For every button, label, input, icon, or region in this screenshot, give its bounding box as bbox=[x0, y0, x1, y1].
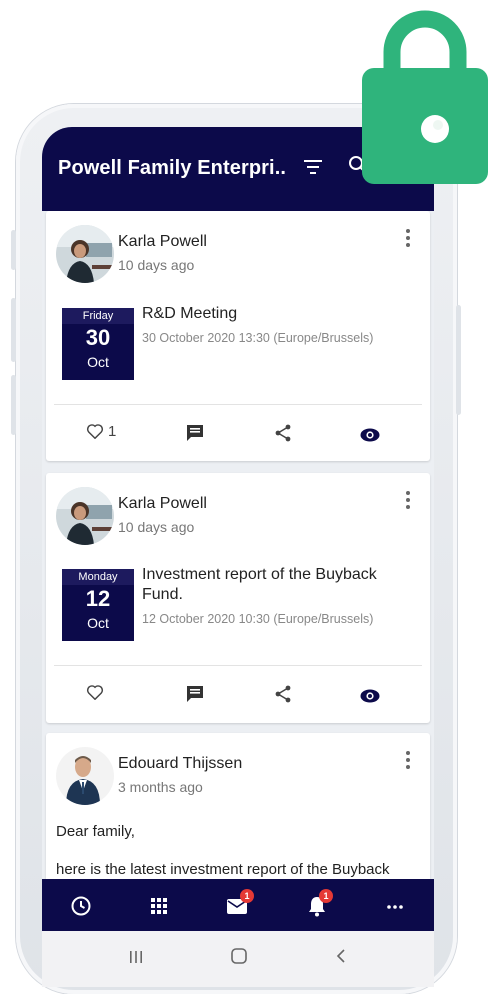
phone-side-button bbox=[11, 230, 16, 270]
heart-icon bbox=[86, 424, 104, 439]
eye-icon[interactable] bbox=[360, 684, 380, 708]
divider bbox=[54, 404, 422, 405]
event-day: 30 bbox=[85, 325, 111, 350]
post-time: 10 days ago bbox=[118, 519, 195, 535]
bottom-navigation: 1 1 bbox=[42, 879, 434, 931]
recent-apps-icon[interactable] bbox=[128, 949, 144, 965]
like-button[interactable]: 1 bbox=[86, 419, 116, 443]
event-month: Oct bbox=[87, 615, 109, 631]
comment-icon[interactable] bbox=[186, 682, 204, 706]
event-weekday: Friday bbox=[62, 308, 134, 324]
phone-side-button bbox=[11, 298, 16, 362]
post-author[interactable]: Edouard Thijssen bbox=[118, 755, 242, 773]
event-date-badge: Monday 12 Oct bbox=[62, 569, 134, 641]
home-icon[interactable] bbox=[230, 947, 248, 965]
post-card[interactable]: Karla Powell 10 days ago Monday 12 Oct I… bbox=[46, 473, 430, 723]
divider bbox=[54, 665, 422, 666]
filter-icon[interactable] bbox=[304, 160, 322, 174]
avatar[interactable] bbox=[56, 747, 114, 805]
event-day: 12 bbox=[85, 586, 111, 611]
post-body: here is the latest investment report of … bbox=[56, 861, 390, 878]
phone-side-button bbox=[11, 375, 16, 435]
event-title[interactable]: Investment report of the Buyback Fund. bbox=[142, 565, 412, 605]
apps-grid-icon[interactable] bbox=[148, 895, 170, 917]
phone-side-button bbox=[456, 305, 461, 415]
system-navigation-bar bbox=[42, 931, 434, 987]
event-month: Oct bbox=[87, 354, 109, 370]
more-vertical-icon[interactable] bbox=[406, 751, 410, 769]
post-time: 3 months ago bbox=[118, 779, 203, 795]
post-card[interactable]: Karla Powell 10 days ago Friday 30 Oct R… bbox=[46, 211, 430, 461]
lock-icon bbox=[362, 10, 488, 184]
comment-icon[interactable] bbox=[186, 421, 204, 445]
mail-badge: 1 bbox=[240, 889, 254, 903]
event-title[interactable]: R&D Meeting bbox=[142, 304, 412, 324]
more-horizontal-icon[interactable] bbox=[384, 895, 406, 917]
post-greeting: Dear family, bbox=[56, 823, 135, 840]
post-card[interactable]: Edouard Thijssen 3 months ago Dear famil… bbox=[46, 733, 430, 893]
post-author[interactable]: Karla Powell bbox=[118, 233, 207, 251]
app-screen: Powell Family Enterpri.. Karla Powell 10… bbox=[42, 127, 434, 987]
share-icon[interactable] bbox=[274, 682, 292, 706]
heart-icon bbox=[86, 685, 104, 700]
event-datetime: 30 October 2020 13:30 (Europe/Brussels) bbox=[142, 331, 374, 345]
like-button[interactable] bbox=[86, 680, 108, 704]
event-date-badge: Friday 30 Oct bbox=[62, 308, 134, 380]
event-datetime: 12 October 2020 10:30 (Europe/Brussels) bbox=[142, 612, 374, 626]
event-weekday: Monday bbox=[62, 569, 134, 585]
avatar[interactable] bbox=[56, 225, 114, 283]
back-icon[interactable] bbox=[334, 948, 348, 964]
more-vertical-icon[interactable] bbox=[406, 491, 410, 509]
post-author[interactable]: Karla Powell bbox=[118, 495, 207, 513]
bell-badge: 1 bbox=[319, 889, 333, 903]
like-count: 1 bbox=[108, 422, 117, 440]
share-icon[interactable] bbox=[274, 421, 292, 445]
avatar[interactable] bbox=[56, 487, 114, 545]
eye-icon[interactable] bbox=[360, 423, 380, 447]
app-title: Powell Family Enterpri.. bbox=[58, 157, 287, 179]
more-vertical-icon[interactable] bbox=[406, 229, 410, 247]
clock-icon[interactable] bbox=[70, 895, 92, 917]
post-time: 10 days ago bbox=[118, 257, 195, 273]
